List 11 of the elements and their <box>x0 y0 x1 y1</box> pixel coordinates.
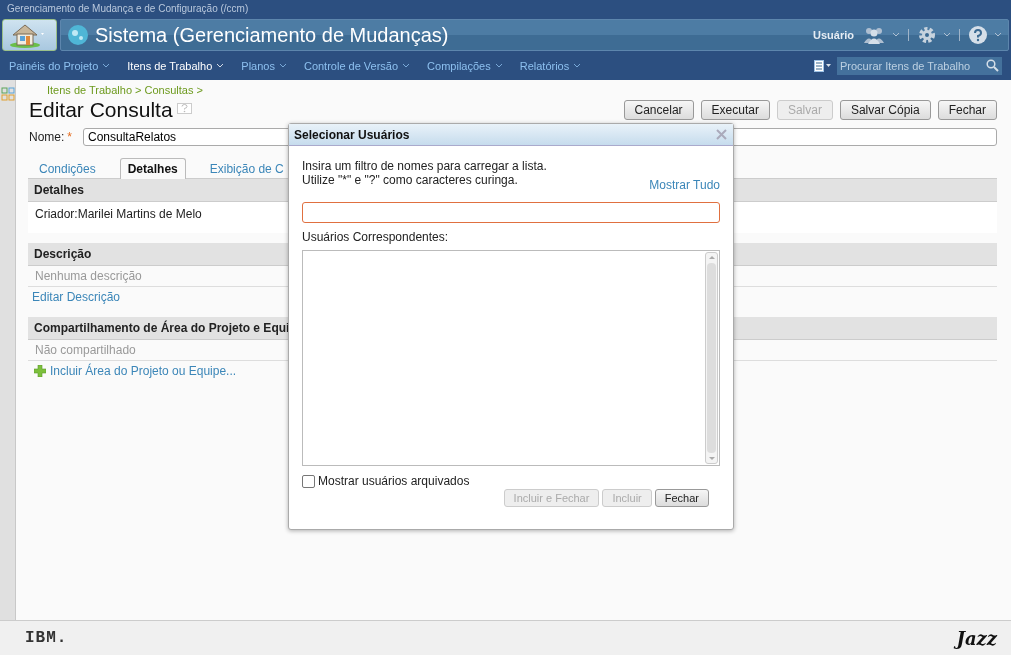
checkbox-label: Mostrar usuários arquivados <box>318 474 470 488</box>
list-label: Usuários Correspondentes: <box>302 230 450 244</box>
dialog-title: Selecionar Usuários <box>294 127 411 142</box>
app-name: Sistema (Gerenciamento de Mudanças) <box>95 23 449 47</box>
ibm-logo: IBM. <box>25 629 68 647</box>
app-title: Gerenciamento de Mudança e de Configuração (/ccm) <box>0 0 1011 18</box>
name-label: Nome: <box>29 130 65 144</box>
required-mark: * <box>67 130 72 144</box>
user-label: Usuário <box>813 29 854 41</box>
page-title: Editar Consulta <box>28 98 173 122</box>
instruction-text: Insira um filtro de nomes para carregar a lista. <box>302 159 548 173</box>
